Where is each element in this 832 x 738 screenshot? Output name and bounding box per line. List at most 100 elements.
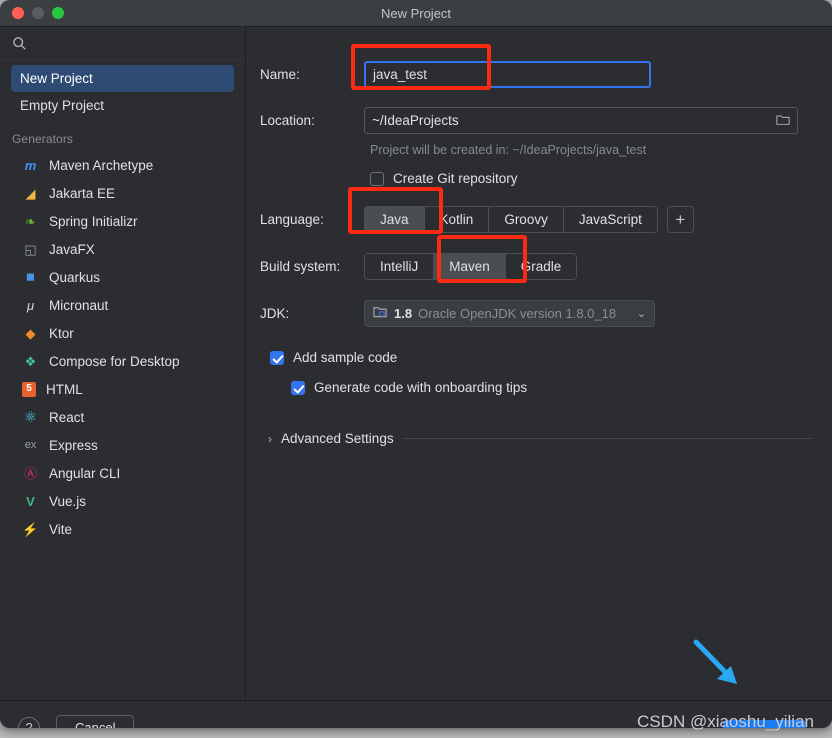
jdk-description: Oracle OpenJDK version 1.8.0_18 [418,306,617,321]
onboarding-tips-label: Generate code with onboarding tips [314,380,528,395]
sample-code-checkbox[interactable] [270,350,284,365]
ktor-icon: ◆ [25,325,36,341]
generator-item-maven-archetype[interactable]: m Maven Archetype [0,151,245,179]
close-window-button[interactable] [12,7,24,19]
onboarding-tips-checkbox[interactable] [291,380,305,395]
git-checkbox-row[interactable]: Create Git repository [370,171,812,186]
generator-label: Jakarta EE [49,185,116,201]
language-javascript-option[interactable]: JavaScript [564,207,657,232]
language-java-option[interactable]: Java [365,207,425,232]
search-row[interactable] [0,27,245,60]
generator-item-compose-for-desktop[interactable]: ❖ Compose for Desktop [0,347,245,375]
generator-item-javafx[interactable]: ◱ JavaFX [0,235,245,263]
javafx-icon: ◱ [24,241,37,257]
sidebar-item-label: Empty Project [20,98,105,113]
generators-list: m Maven Archetype ◢ Jakarta EE ❧ Spring … [0,151,245,543]
generator-item-angular-cli[interactable]: Ⓐ Angular CLI [0,459,245,487]
generator-label: Ktor [49,325,74,341]
cancel-button[interactable]: Cancel [56,714,135,728]
language-row: Language: Java Kotlin Groovy JavaScript … [260,206,812,233]
build-system-row: Build system: IntelliJ Maven Gradle [260,253,812,280]
chevron-down-icon[interactable]: ⌄ [637,307,646,320]
angular-icon: Ⓐ [23,465,37,481]
sidebar-item-new-project[interactable]: New Project [11,65,234,92]
generator-label: Spring Initializr [49,213,138,229]
generator-label: JavaFX [49,241,95,257]
git-checkbox-label: Create Git repository [393,171,518,186]
name-input[interactable]: java_test [364,61,651,88]
generator-item-ktor[interactable]: ◆ Ktor [0,319,245,347]
folder-icon[interactable] [776,113,790,129]
name-input-value: java_test [373,67,428,82]
chevron-right-icon[interactable]: › [268,432,272,446]
spring-icon: ❧ [25,213,36,229]
advanced-settings-divider [402,438,812,439]
location-input[interactable]: ~/IdeaProjects [364,107,798,134]
generator-label: Compose for Desktop [49,353,180,369]
zoom-window-button[interactable] [52,7,64,19]
sample-code-row[interactable]: Add sample code [270,350,812,365]
generator-label: HTML [46,381,83,397]
sidebar-item-label: New Project [20,71,93,86]
language-segmented-control[interactable]: Java Kotlin Groovy JavaScript [364,206,658,233]
advanced-settings-label: Advanced Settings [281,431,394,446]
jdk-icon [373,305,388,322]
jdk-version: 1.8 [394,306,413,321]
name-label: Name: [260,67,300,82]
window-controls [0,7,64,19]
language-kotlin-option[interactable]: Kotlin [425,207,490,232]
generator-item-vite[interactable]: ⚡ Vite [0,515,245,543]
generator-label: Angular CLI [49,465,121,481]
generator-item-spring-initializr[interactable]: ❧ Spring Initializr [0,207,245,235]
jdk-label: JDK: [260,306,290,321]
location-hint: Project will be created in: ~/IdeaProjec… [370,143,647,157]
compose-icon: ❖ [24,353,37,369]
language-groovy-option[interactable]: Groovy [489,207,564,232]
generator-label: Micronaut [49,297,109,313]
nav-list: New Project Empty Project [0,60,245,119]
minimize-window-button[interactable] [32,7,44,19]
onboarding-tips-row[interactable]: Generate code with onboarding tips [291,380,812,395]
build-system-gradle-option[interactable]: Gradle [506,254,577,279]
express-icon: ex [24,438,37,451]
new-project-dialog: New Project New Project Empty Project Ge… [0,0,832,728]
generator-label: Vite [49,521,73,537]
generator-item-react[interactable]: ⚛ React [0,403,245,431]
build-system-intellij-option[interactable]: IntelliJ [365,254,435,279]
jdk-row: JDK: 1.8 Oracle OpenJDK version 1.8.0_18… [260,300,812,327]
git-checkbox[interactable] [370,171,384,186]
generator-label: Maven Archetype [49,157,154,173]
maven-icon: m [24,157,37,173]
create-button[interactable]: Create [722,720,806,728]
language-label: Language: [260,212,324,227]
generator-item-micronaut[interactable]: μ Micronaut [0,291,245,319]
window-titlebar: New Project [0,0,832,27]
generator-item-express[interactable]: ex Express [0,431,245,459]
quarkus-icon: ◼ [25,270,36,283]
generator-item-jakarta-ee[interactable]: ◢ Jakarta EE [0,179,245,207]
build-system-maven-option[interactable]: Maven [434,254,506,279]
generator-item-html[interactable]: 5 HTML [0,375,245,403]
generator-label: Vue.js [49,493,87,509]
generator-label: React [49,409,85,425]
generator-item-quarkus[interactable]: ◼ Quarkus [0,263,245,291]
sidebar: New Project Empty Project Generators m M… [0,27,246,700]
dialog-footer: ? Cancel Create [0,700,832,728]
build-system-segmented-control[interactable]: IntelliJ Maven Gradle [364,253,578,280]
location-row: Location: ~/IdeaProjects [260,107,812,134]
jdk-dropdown[interactable]: 1.8 Oracle OpenJDK version 1.8.0_18 ⌄ [364,300,655,327]
main-form: Name: java_test Location: ~/IdeaProjects [246,27,832,700]
advanced-settings-row[interactable]: › Advanced Settings [268,431,812,446]
generators-group-label: Generators [12,132,74,146]
micronaut-icon: μ [26,297,35,313]
build-system-label: Build system: [260,259,341,274]
sidebar-item-empty-project[interactable]: Empty Project [11,92,234,119]
add-language-button[interactable]: + [666,206,694,233]
html5-icon: 5 [22,381,36,397]
generator-item-vuejs[interactable]: V Vue.js [0,487,245,515]
jakarta-ee-icon: ◢ [25,185,36,201]
help-button[interactable]: ? [18,716,40,728]
location-input-value: ~/IdeaProjects [372,113,459,128]
generator-label: Express [49,437,98,453]
screen-root: New Project New Project Empty Project Ge… [0,0,832,738]
